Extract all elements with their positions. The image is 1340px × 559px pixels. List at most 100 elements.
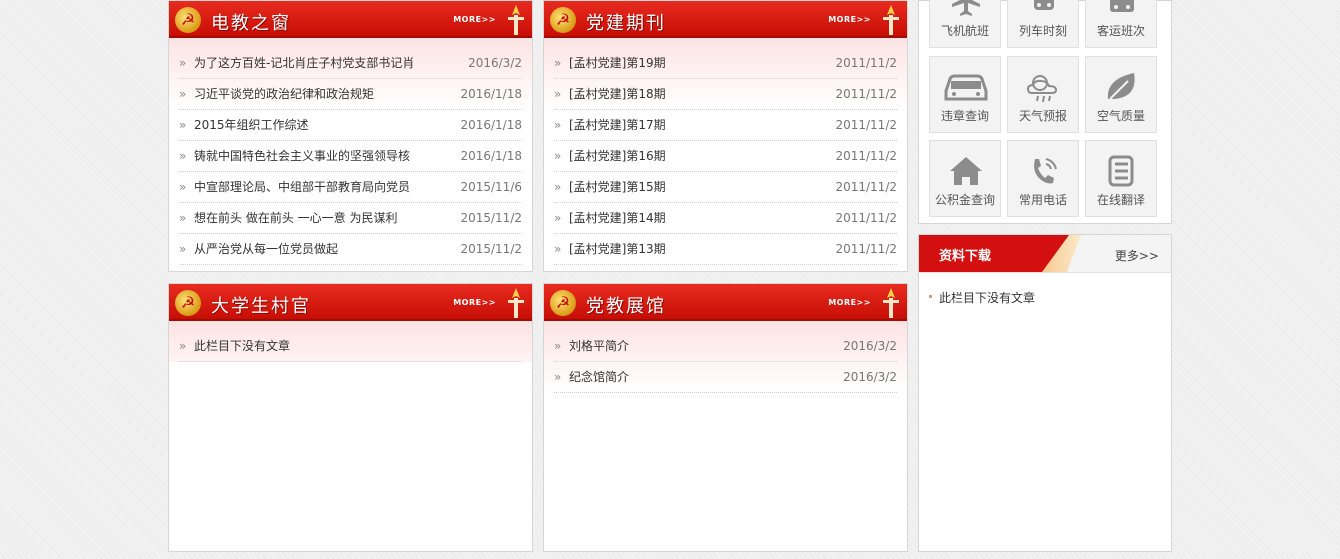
service-label: 飞机航班	[940, 24, 989, 38]
torch-icon	[883, 288, 899, 318]
service-tile-fund[interactable]: 公积金查询	[929, 140, 1001, 217]
chevron-right-icon: »	[179, 87, 187, 101]
service-tile-phone[interactable]: 常用电话	[1007, 140, 1079, 217]
download-panel: 资料下载 更多>> 此栏目下没有文章	[918, 234, 1172, 552]
service-label: 列车时刻	[1018, 24, 1067, 38]
panel-dianjiao: ☭ 电教之窗 MORE>> » 为了这方百姓-记北肖庄子村党支部书记肖 2016/3…	[168, 0, 533, 272]
chevron-right-icon: »	[179, 339, 187, 353]
article-title[interactable]: 习近平谈党的政治纪律和政治规矩	[194, 87, 374, 101]
chevron-right-icon: »	[554, 56, 562, 70]
more-link[interactable]: MORE>>	[828, 298, 871, 307]
list-item[interactable]: » [孟村党建]第19期 2011/11/2	[554, 48, 897, 79]
airplane-icon	[952, 0, 980, 16]
list-item[interactable]: » 纪念馆简介 2016/3/2	[554, 362, 897, 393]
article-title[interactable]: 中宣部理论局、中组部干部教育局向党员	[194, 180, 410, 194]
service-tile-train[interactable]: 列车时刻	[1007, 0, 1079, 48]
list-item[interactable]: » [孟村党建]第14期 2011/11/2	[554, 203, 897, 234]
chevron-right-icon: »	[179, 118, 187, 132]
service-tile-bus[interactable]: 客运班次	[1085, 0, 1157, 48]
article-date: 2016/1/18	[460, 118, 522, 132]
service-tile-air-quality[interactable]: 空气质量	[1085, 56, 1157, 133]
article-title[interactable]: 从严治党从每一位党员做起	[194, 242, 338, 256]
download-title: 资料下载	[939, 249, 992, 264]
article-title[interactable]: [孟村党建]第14期	[569, 211, 666, 225]
more-link[interactable]: MORE>>	[453, 15, 496, 24]
chevron-right-icon: »	[179, 180, 187, 194]
article-title[interactable]: [孟村党建]第15期	[569, 180, 666, 194]
list-item[interactable]: » 为了这方百姓-记北肖庄子村党支部书记肖 2016/3/2	[179, 48, 522, 79]
panel-header: ☭ 党建期刊 MORE>>	[544, 1, 907, 38]
car-icon	[944, 74, 988, 101]
empty-message: 此栏目下没有文章	[939, 291, 1036, 305]
service-label: 天气预报	[1018, 109, 1067, 123]
article-title[interactable]: 铸就中国特色社会主义事业的坚强领导核	[194, 149, 410, 163]
article-date: 2011/11/2	[835, 56, 897, 70]
house-icon	[950, 157, 982, 185]
article-title[interactable]: [孟村党建]第17期	[569, 118, 666, 132]
download-more-link[interactable]: 更多>>	[1115, 247, 1159, 264]
article-title[interactable]: 此栏目下没有文章	[194, 339, 290, 353]
party-emblem-icon: ☭	[550, 7, 576, 33]
list-item[interactable]: » 刘格平简介 2016/3/2	[554, 331, 897, 362]
phone-icon	[1034, 158, 1057, 184]
article-title[interactable]: 刘格平简介	[569, 339, 629, 353]
article-date: 2011/11/2	[835, 87, 897, 101]
article-title[interactable]: [孟村党建]第19期	[569, 56, 666, 70]
article-title[interactable]: [孟村党建]第16期	[569, 149, 666, 163]
article-list: » 为了这方百姓-记北肖庄子村党支部书记肖 2016/3/2 » 习近平谈党的政治纪律和…	[179, 48, 522, 265]
list-item[interactable]: » [孟村党建]第13期 2011/11/2	[554, 234, 897, 265]
chevron-right-icon: »	[179, 211, 187, 225]
list-item[interactable]: » 2015年组织工作综述 2016/1/18	[179, 110, 522, 141]
article-title[interactable]: 纪念馆简介	[569, 370, 629, 384]
article-title[interactable]: [孟村党建]第13期	[569, 242, 666, 256]
list-item[interactable]: » [孟村党建]第18期 2011/11/2	[554, 79, 897, 110]
panel-body: » 刘格平简介 2016/3/2 » 纪念馆简介 2016/3/2	[544, 321, 907, 393]
article-title[interactable]: 2015年组织工作综述	[194, 118, 309, 132]
service-tile-translate[interactable]: 在线翻译	[1085, 140, 1157, 217]
service-tile-weather[interactable]: 天气预报	[1007, 56, 1079, 133]
list-item[interactable]: » 想在前头 做在前头 一心一意 为民谋利 2015/11/2	[179, 203, 522, 234]
list-item[interactable]: » [孟村党建]第16期 2011/11/2	[554, 141, 897, 172]
article-date: 2011/11/2	[835, 211, 897, 225]
more-link[interactable]: MORE>>	[453, 298, 496, 307]
article-list: » 此栏目下没有文章	[179, 331, 522, 362]
list-item[interactable]: » [孟村党建]第17期 2011/11/2	[554, 110, 897, 141]
list-item[interactable]: » 中宣部理论局、中组部干部教育局向党员 2015/11/6	[179, 172, 522, 203]
panel-cunguan: ☭ 大学生村官 MORE>> » 此栏目下没有文章	[168, 283, 533, 552]
service-label: 客运班次	[1096, 24, 1145, 38]
panel-title: 党教展馆	[586, 296, 666, 317]
weather-icon	[1026, 75, 1058, 103]
list-item[interactable]: » 此栏目下没有文章	[179, 331, 522, 362]
download-body: 此栏目下没有文章	[919, 273, 1171, 322]
panel-header: ☭ 党教展馆 MORE>>	[544, 284, 907, 321]
panel-header: ☭ 大学生村官 MORE>>	[169, 284, 532, 321]
chevron-right-icon: »	[554, 339, 562, 353]
article-date: 2015/11/6	[460, 180, 522, 194]
article-list: » [孟村党建]第19期 2011/11/2 » [孟村党建]第18期 2011/11/2…	[554, 48, 897, 265]
article-date: 2011/11/2	[835, 118, 897, 132]
article-date: 2016/1/18	[460, 87, 522, 101]
chevron-right-icon: »	[179, 56, 187, 70]
article-title[interactable]: 为了这方百姓-记北肖庄子村党支部书记肖	[194, 56, 414, 70]
panel-body: » [孟村党建]第19期 2011/11/2 » [孟村党建]第18期 2011/11/2…	[544, 38, 907, 265]
panel-body: » 此栏目下没有文章	[169, 321, 532, 362]
list-item[interactable]: » 从严治党从每一位党员做起 2015/11/2	[179, 234, 522, 265]
list-item[interactable]: » 习近平谈党的政治纪律和政治规矩 2016/1/18	[179, 79, 522, 110]
leaf-icon	[1107, 73, 1135, 100]
article-title[interactable]: [孟村党建]第18期	[569, 87, 666, 101]
chevron-right-icon: »	[554, 370, 562, 384]
more-link[interactable]: MORE>>	[828, 15, 871, 24]
party-emblem-icon: ☭	[550, 290, 576, 316]
chevron-right-icon: »	[554, 149, 562, 163]
panel-zhanguan: ☭ 党教展馆 MORE>> » 刘格平简介 2016/3/2 » 纪念馆简介 2016/3…	[543, 283, 908, 552]
chevron-right-icon: »	[179, 149, 187, 163]
bullet-icon	[929, 295, 932, 298]
service-tile-flight[interactable]: 飞机航班	[929, 0, 1001, 48]
list-item[interactable]: » 铸就中国特色社会主义事业的坚强领导核 2016/1/18	[179, 141, 522, 172]
list-item[interactable]: » [孟村党建]第15期 2011/11/2	[554, 172, 897, 203]
article-title[interactable]: 想在前头 做在前头 一心一意 为民谋利	[194, 211, 397, 225]
chevron-right-icon: »	[554, 87, 562, 101]
panel-title: 党建期刊	[586, 13, 666, 34]
service-label: 公积金查询	[934, 193, 995, 207]
service-tile-violation[interactable]: 违章查询	[929, 56, 1001, 133]
